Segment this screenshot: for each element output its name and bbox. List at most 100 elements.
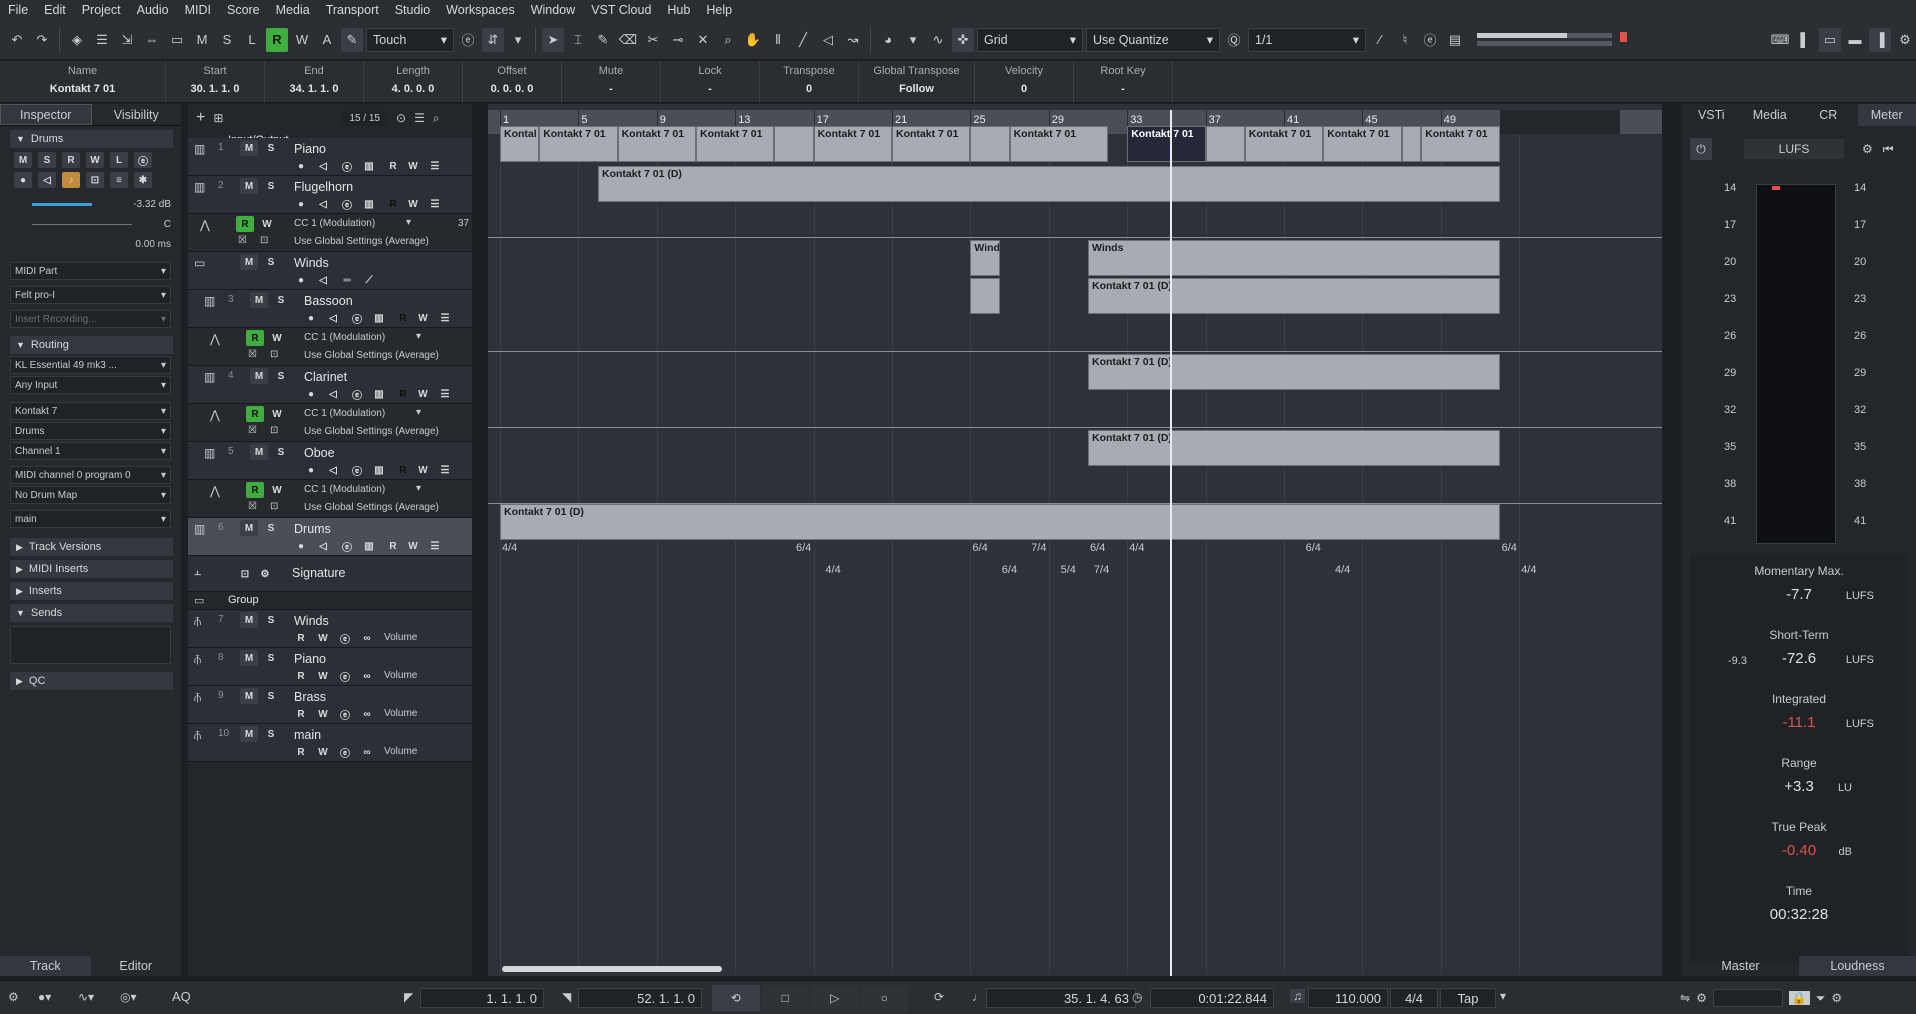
- read-button[interactable]: R: [394, 310, 412, 326]
- midi-part[interactable]: [1205, 126, 1245, 162]
- iq-icon[interactable]: ⁄: [1369, 28, 1391, 52]
- midi-part[interactable]: Winds: [1088, 240, 1500, 276]
- automation-icon[interactable]: ✎: [341, 27, 363, 52]
- mute-button[interactable]: M: [240, 140, 258, 156]
- track-row[interactable]: ⫚ 10 M Smain R Wⓔ ∞ Volume: [188, 724, 472, 762]
- track-name[interactable]: Signature: [292, 566, 346, 580]
- quantize-icon[interactable]: ⇵: [482, 27, 504, 52]
- channel-select[interactable]: Channel 1 ▾: [10, 442, 171, 460]
- midi-part[interactable]: Kontakt 7 01 (D): [1088, 354, 1500, 390]
- write-button[interactable]: W: [268, 482, 286, 498]
- monitor-icon[interactable]: ◁: [38, 172, 56, 188]
- midi-part[interactable]: Kontakt 7 01: [1127, 126, 1206, 162]
- read-all-button[interactable]: R: [266, 27, 288, 52]
- link-icon[interactable]: ∞: [358, 744, 376, 760]
- glue-tool-icon[interactable]: ⊸: [667, 28, 689, 52]
- punch-icon[interactable]: ⟳: [934, 990, 944, 1004]
- edit-icon[interactable]: ⓔ: [336, 706, 354, 722]
- midi-part[interactable]: Kontal: [500, 126, 540, 162]
- search-icon[interactable]: ⌕: [433, 111, 440, 126]
- midi-part[interactable]: [774, 126, 814, 162]
- automation-parameter[interactable]: CC 1 (Modulation): [304, 332, 385, 343]
- write-button[interactable]: W: [268, 330, 286, 346]
- write-button[interactable]: W: [414, 386, 432, 402]
- tab-visibility[interactable]: Visibility: [92, 104, 182, 125]
- input-channel-select[interactable]: Any Input ▾: [10, 376, 171, 394]
- solo-button[interactable]: S: [262, 612, 280, 628]
- edit-icon[interactable]: ⓔ: [336, 744, 354, 760]
- track-row[interactable]: ▥ 1 M S Piano ● ◁ ⓔ ▥ R W ☰: [188, 138, 472, 176]
- inspector-track-section[interactable]: ▼ Drums: [10, 130, 173, 148]
- volume-label[interactable]: Volume: [384, 670, 417, 681]
- zoom-tool-icon[interactable]: ⌕: [717, 28, 739, 52]
- gear-icon[interactable]: ⚙: [1862, 142, 1873, 156]
- mute-button[interactable]: M: [240, 612, 258, 628]
- info-root-key[interactable]: Root Key -: [1074, 61, 1173, 103]
- write-all-button[interactable]: W: [291, 28, 313, 52]
- close-icon[interactable]: ☒: [238, 235, 247, 246]
- color-icon[interactable]: ◕: [877, 28, 899, 52]
- playhead-cursor[interactable]: [1170, 110, 1173, 976]
- midi-part[interactable]: [1401, 126, 1422, 162]
- chevron-down-icon[interactable]: ▾: [902, 28, 924, 52]
- read-button[interactable]: R: [292, 706, 310, 722]
- read-button[interactable]: R: [292, 668, 310, 684]
- tab-inspector[interactable]: Inspector: [0, 104, 92, 125]
- link-icon[interactable]: ∞: [358, 706, 376, 722]
- track-name[interactable]: Piano: [294, 652, 326, 666]
- midi-part[interactable]: Kontakt 7 01: [696, 126, 775, 162]
- monitor-icon[interactable]: ◁: [324, 310, 342, 326]
- freeze-icon[interactable]: ✱: [134, 172, 152, 188]
- keyboard-icon[interactable]: ⌨: [1769, 28, 1791, 52]
- tab-vsti[interactable]: VSTi: [1682, 104, 1741, 126]
- menu-window[interactable]: Window: [523, 3, 583, 17]
- mute-tool-icon[interactable]: ✕: [692, 28, 714, 52]
- settings-icon[interactable]: ⚙: [1831, 991, 1842, 1005]
- close-icon[interactable]: ☒: [248, 501, 257, 512]
- record-icon[interactable]: ○: [860, 985, 908, 1011]
- track-versions-section[interactable]: ▶ Track Versions: [10, 538, 173, 556]
- read-button[interactable]: R: [384, 158, 402, 174]
- solo-button[interactable]: S: [272, 292, 290, 308]
- track-row[interactable]: ▭ M S Winds ● ◁ ═ ⟋: [188, 252, 472, 290]
- read-button[interactable]: R: [62, 152, 80, 168]
- info-start[interactable]: Start 30. 1. 1. 0: [166, 61, 265, 103]
- track-row[interactable]: ▭ Group: [188, 592, 472, 610]
- routing-section[interactable]: ▼ Routing: [10, 336, 173, 354]
- mute-button[interactable]: M: [240, 726, 258, 742]
- qc-section[interactable]: ▶ QC: [10, 672, 173, 690]
- record-icon[interactable]: ●: [302, 386, 320, 402]
- keyboard-icon[interactable]: ▥: [370, 462, 388, 478]
- automation-lane[interactable]: ⋀ R W CC 1 (Modulation) ▾ ☒ ⊡ Use Global Settin…: [188, 328, 472, 366]
- write-button[interactable]: W: [314, 744, 332, 760]
- read-button[interactable]: R: [384, 196, 402, 212]
- solo-button[interactable]: S: [262, 650, 280, 666]
- e-icon[interactable]: ⓔ: [1419, 28, 1441, 52]
- list-icon[interactable]: ☰: [426, 158, 444, 174]
- track-row[interactable]: ⫚ 7 M S Winds R Wⓔ ∞ Volume: [188, 610, 472, 648]
- menu-midi[interactable]: MIDI: [177, 3, 219, 17]
- listen-button[interactable]: L: [241, 28, 263, 52]
- preset-select[interactable]: Felt pro-I ▾: [10, 286, 171, 304]
- volume-label[interactable]: Volume: [384, 746, 417, 757]
- automation-parameter[interactable]: CC 1 (Modulation): [294, 218, 375, 229]
- skip-back-icon[interactable]: ⏮: [1883, 142, 1894, 157]
- automation-lane[interactable]: ⋀ R W CC 1 (Modulation) ▾ ☒ ⊡ Use Global Settin…: [188, 214, 472, 252]
- track-name[interactable]: Clarinet: [304, 370, 347, 384]
- record-icon[interactable]: ●: [302, 310, 320, 326]
- automation-lane[interactable]: ⋀ R W CC 1 (Modulation) ▾ ☒ ⊡ Use Global Settin…: [188, 480, 472, 518]
- lock-icon[interactable]: ⊡: [260, 235, 268, 246]
- gear-icon[interactable]: ⚙: [256, 566, 274, 582]
- signature-event[interactable]: 4/4: [825, 564, 840, 576]
- solo-button[interactable]: S: [262, 178, 280, 194]
- sync-icon[interactable]: ⇋: [1680, 991, 1690, 1005]
- solo-button[interactable]: S: [38, 152, 56, 168]
- menu-edit[interactable]: Edit: [36, 3, 74, 17]
- input-device-select[interactable]: KL Essential 49 mk3 ... ▾: [10, 356, 171, 374]
- listen-button[interactable]: L: [110, 152, 128, 168]
- signature-event[interactable]: 6/4: [1002, 564, 1017, 576]
- edit-icon[interactable]: ⓔ: [336, 630, 354, 646]
- list-icon[interactable]: ☰: [426, 196, 444, 212]
- grid-type-select[interactable]: Use Quantize ▾: [1086, 27, 1220, 52]
- folder-icon[interactable]: ▭: [166, 28, 188, 52]
